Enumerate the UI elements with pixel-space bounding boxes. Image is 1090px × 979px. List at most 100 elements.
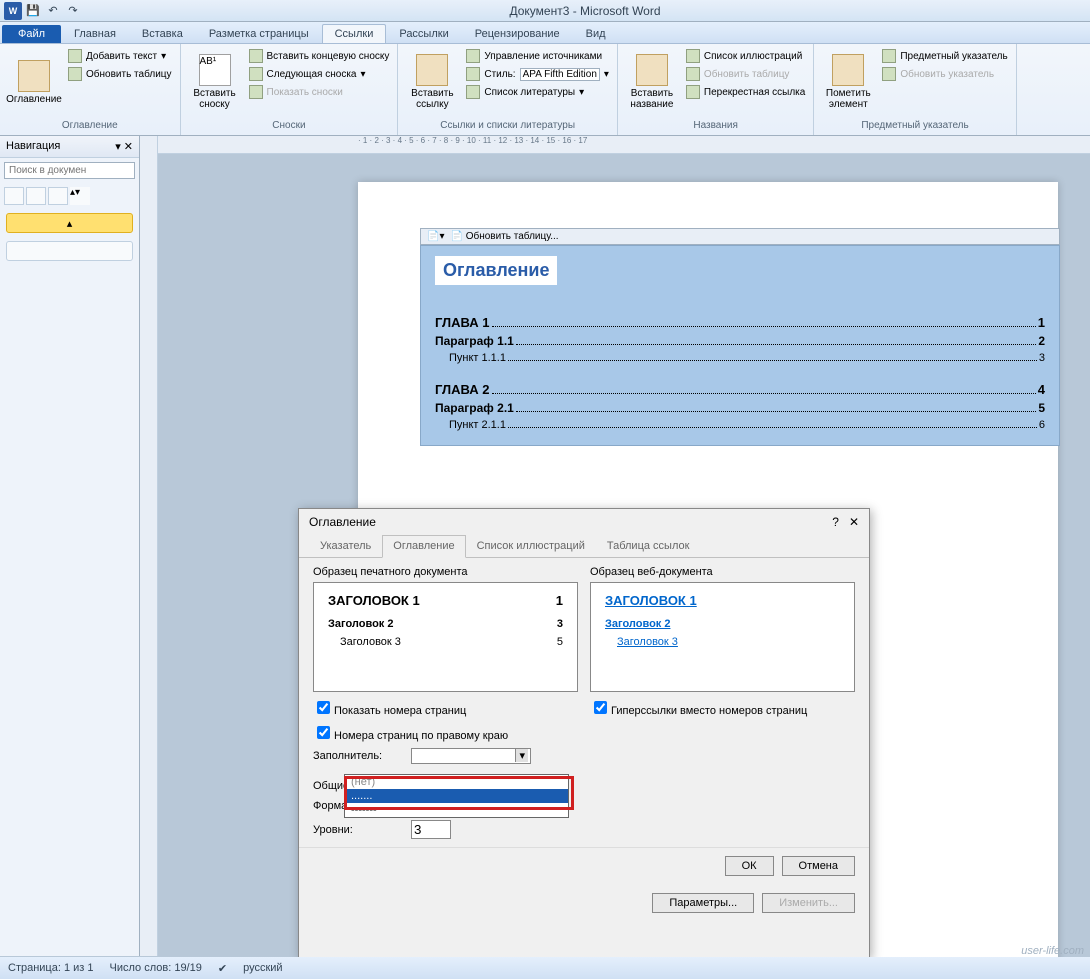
- chevron-up-icon: ▴: [67, 217, 73, 230]
- update-figures-button[interactable]: Обновить таблицу: [684, 66, 807, 82]
- word-icon: W: [4, 2, 22, 20]
- dropdown-item-dots[interactable]: .......: [345, 789, 568, 803]
- show-icon: [249, 85, 263, 99]
- plus-icon: [68, 49, 82, 63]
- watermark: user-life.com: [1021, 945, 1084, 957]
- toc-icon: [18, 60, 50, 92]
- nav-tab-results[interactable]: [48, 187, 68, 205]
- endnote-icon: [249, 49, 263, 63]
- web-preview-box: ЗАГОЛОВОК 1 Заголовок 2 Заголовок 3: [590, 582, 855, 692]
- status-words[interactable]: Число слов: 19/19: [110, 962, 202, 974]
- toc-entry[interactable]: Параграф 1.12: [435, 334, 1045, 348]
- levels-spinner[interactable]: [411, 820, 451, 839]
- dropdown-item-dashes[interactable]: -------: [345, 803, 568, 817]
- nav-title-bar: Навигация ▾ ✕: [0, 136, 139, 158]
- help-icon[interactable]: ?: [832, 515, 839, 529]
- filler-label: Заполнитель:: [313, 750, 403, 762]
- dialog-tabs: Указатель Оглавление Список иллюстраций …: [299, 535, 869, 558]
- dlg-tab-figures[interactable]: Список иллюстраций: [466, 535, 596, 557]
- table-figures-button[interactable]: Список иллюстраций: [684, 48, 807, 64]
- save-icon[interactable]: 💾: [24, 2, 42, 20]
- options-button[interactable]: Параметры...: [652, 893, 754, 913]
- nav-search-input[interactable]: [4, 162, 135, 179]
- file-tab[interactable]: Файл: [2, 25, 61, 43]
- footnote-icon: AB¹: [199, 54, 231, 86]
- modify-button: Изменить...: [762, 893, 855, 913]
- nav-result-item[interactable]: [6, 241, 133, 261]
- dlg-tab-toc[interactable]: Оглавление: [382, 535, 465, 558]
- nav-result-active[interactable]: ▴: [6, 213, 133, 233]
- next-icon: [249, 67, 263, 81]
- tab-mailings[interactable]: Рассылки: [386, 24, 461, 43]
- toc-entry[interactable]: Параграф 2.15: [435, 401, 1045, 415]
- toc-menu-icon[interactable]: 📄▾: [427, 231, 444, 242]
- dlg-tab-index[interactable]: Указатель: [309, 535, 382, 557]
- group-footnotes: AB¹Вставить сноску Вставить концевую сно…: [181, 44, 399, 135]
- toc-title: Оглавление: [443, 260, 549, 280]
- horizontal-ruler: · 1 · 2 · 3 · 4 · 5 · 6 · 7 · 8 · 9 · 10…: [158, 136, 1090, 154]
- toc-update-button[interactable]: 📄 Обновить таблицу...: [450, 231, 558, 242]
- citation-icon: [416, 54, 448, 86]
- status-page[interactable]: Страница: 1 из 1: [8, 962, 94, 974]
- hyperlinks-checkbox[interactable]: Гиперссылки вместо номеров страниц: [590, 698, 855, 717]
- update-toc-button[interactable]: Обновить таблицу: [66, 66, 174, 82]
- redo-icon[interactable]: ↷: [64, 2, 82, 20]
- ok-button[interactable]: ОК: [725, 856, 774, 876]
- title-bar: W 💾 ↶ ↷ Документ3 - Microsoft Word: [0, 0, 1090, 22]
- status-proof-icon[interactable]: ✔: [218, 962, 227, 975]
- nav-title-text: Навигация: [6, 140, 60, 153]
- nav-tab-pages[interactable]: [26, 187, 46, 205]
- undo-icon[interactable]: ↶: [44, 2, 62, 20]
- vertical-ruler: [140, 136, 158, 956]
- tab-view[interactable]: Вид: [573, 24, 619, 43]
- nav-close-icon[interactable]: ▾ ✕: [115, 140, 133, 153]
- show-pages-checkbox[interactable]: Показать номера страниц: [313, 698, 578, 717]
- bibliography-button[interactable]: Список литературы ▾: [464, 84, 611, 100]
- nav-view-tabs: ▴▾: [4, 187, 135, 205]
- nav-tab-more[interactable]: ▴▾: [70, 187, 90, 205]
- show-notes-button[interactable]: Показать сноски: [247, 84, 392, 100]
- toc-button[interactable]: Оглавление: [4, 46, 64, 118]
- app-title: Документ3 - Microsoft Word: [84, 4, 1086, 18]
- nav-tab-headings[interactable]: [4, 187, 24, 205]
- cancel-button[interactable]: Отмена: [782, 856, 855, 876]
- dlg-tab-authorities[interactable]: Таблица ссылок: [596, 535, 701, 557]
- toc-entry[interactable]: Пункт 1.1.13: [435, 352, 1045, 364]
- toc-content[interactable]: Оглавление ГЛАВА 11 Параграф 1.12 Пункт 1.…: [420, 245, 1060, 446]
- insert-index-button[interactable]: Предметный указатель: [880, 48, 1009, 64]
- add-text-button[interactable]: Добавить текст ▾: [66, 48, 174, 64]
- insert-caption-button[interactable]: Вставить название: [622, 46, 682, 118]
- status-language[interactable]: русский: [243, 962, 282, 974]
- right-align-checkbox[interactable]: Номера страниц по правому краю: [313, 723, 578, 742]
- tab-insert[interactable]: Вставка: [129, 24, 196, 43]
- tab-references[interactable]: Ссылки: [322, 24, 387, 43]
- navigation-pane: Навигация ▾ ✕ ▴▾ ▴: [0, 136, 140, 956]
- dropdown-item-none[interactable]: (нет): [345, 775, 568, 789]
- insert-footnote-button[interactable]: AB¹Вставить сноску: [185, 46, 245, 118]
- filler-combobox[interactable]: [411, 748, 531, 764]
- toc-container: 📄▾ 📄 Обновить таблицу... Оглавление ГЛАВ…: [420, 228, 1060, 446]
- group-toc: Оглавление Добавить текст ▾ Обновить таб…: [0, 44, 181, 135]
- toc-header: 📄▾ 📄 Обновить таблицу...: [420, 228, 1060, 245]
- sources-icon: [466, 49, 480, 63]
- toc-entry[interactable]: ГЛАВА 11: [435, 315, 1045, 330]
- tab-review[interactable]: Рецензирование: [462, 24, 573, 43]
- mark-icon: [832, 54, 864, 86]
- print-preview-box: ЗАГОЛОВОК 11 Заголовок 23 Заголовок 35: [313, 582, 578, 692]
- cross-icon: [686, 85, 700, 99]
- cross-reference-button[interactable]: Перекрестная ссылка: [684, 84, 807, 100]
- citation-style-select[interactable]: Стиль: APA Fifth Edition ▾: [464, 66, 611, 82]
- tab-home[interactable]: Главная: [61, 24, 129, 43]
- toc-entry[interactable]: Пункт 2.1.16: [435, 419, 1045, 431]
- toc-entry[interactable]: ГЛАВА 24: [435, 382, 1045, 397]
- manage-sources-button[interactable]: Управление источниками: [464, 48, 611, 64]
- insert-endnote-button[interactable]: Вставить концевую сноску: [247, 48, 392, 64]
- refresh-icon: [686, 67, 700, 81]
- mark-entry-button[interactable]: Пометить элемент: [818, 46, 878, 118]
- insert-citation-button[interactable]: Вставить ссылку: [402, 46, 462, 118]
- print-preview-label: Образец печатного документа: [313, 566, 578, 578]
- close-icon[interactable]: ✕: [849, 515, 859, 529]
- tab-layout[interactable]: Разметка страницы: [196, 24, 322, 43]
- next-footnote-button[interactable]: Следующая сноска ▾: [247, 66, 392, 82]
- update-index-button[interactable]: Обновить указатель: [880, 66, 1009, 82]
